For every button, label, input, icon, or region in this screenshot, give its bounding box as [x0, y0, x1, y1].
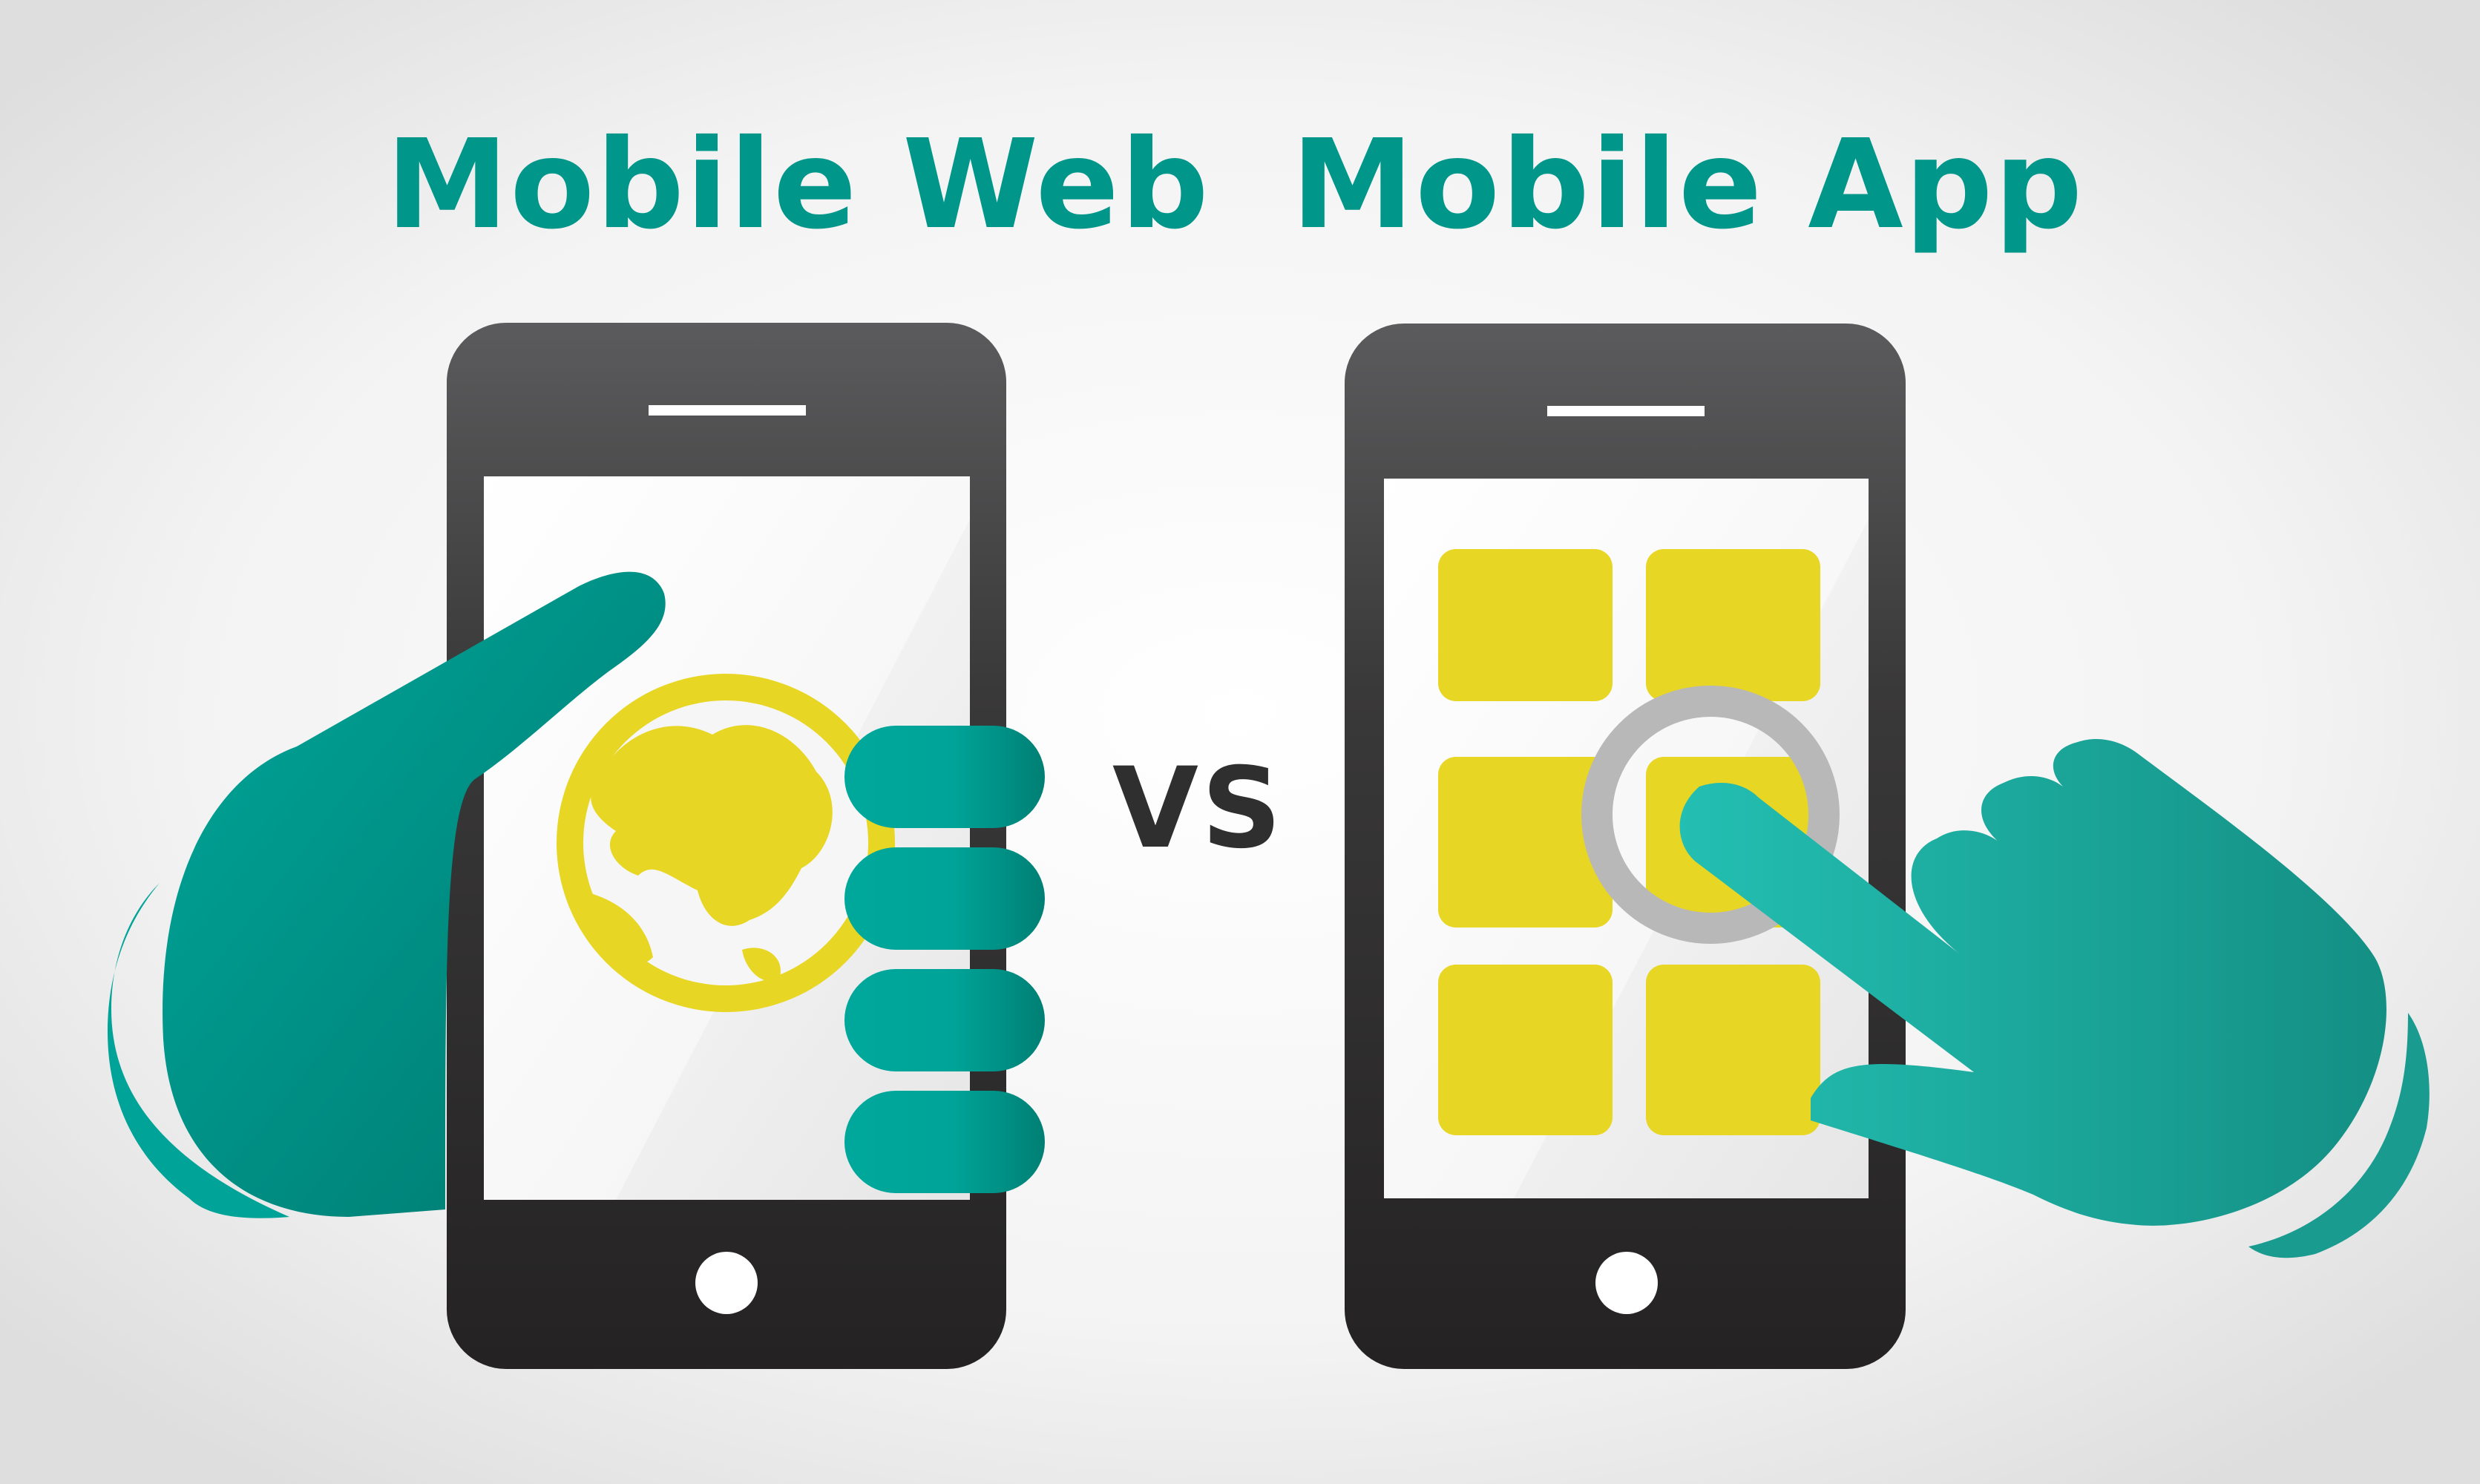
hand-web-finger-4: [844, 1091, 1045, 1193]
phone-app: [1345, 324, 1906, 1369]
phone-web-speaker: [649, 405, 806, 416]
phone-app-home-button: [1595, 1252, 1658, 1314]
hand-web-finger-1: [844, 726, 1045, 828]
globe-icon: [557, 674, 895, 1012]
title-mobile-web: Mobile Web: [386, 114, 1210, 257]
hand-web-finger-3: [844, 969, 1045, 1071]
app-tile: [1646, 549, 1820, 701]
app-tile: [1438, 965, 1613, 1135]
phone-app-speaker: [1547, 406, 1705, 416]
hand-web-finger-2: [844, 847, 1045, 950]
app-tile: [1438, 549, 1613, 701]
phone-web-home-button: [695, 1252, 758, 1314]
app-tile: [1646, 965, 1820, 1135]
versus-label: VS: [1112, 744, 1285, 873]
phone-web: [447, 323, 1006, 1369]
title-mobile-app: Mobile App: [1291, 114, 2084, 257]
